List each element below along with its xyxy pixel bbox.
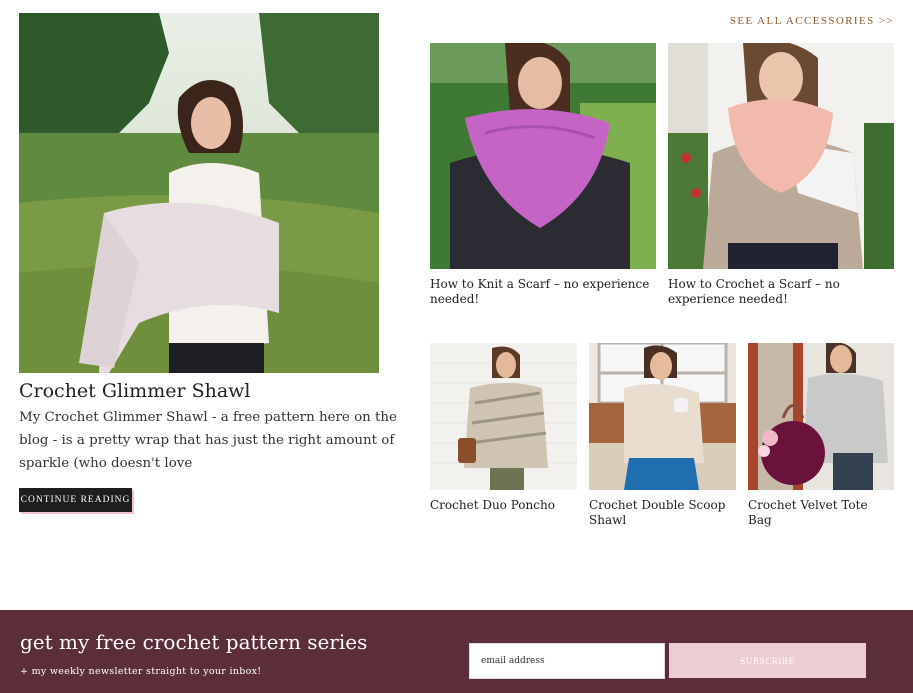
crochet-scarf-photo xyxy=(668,43,894,269)
double-scoop-shawl-photo xyxy=(589,343,736,490)
woman-in-shawl-photo xyxy=(19,13,379,373)
featured-post-excerpt: My Crochet Glimmer Shawl - a free patter… xyxy=(19,410,397,471)
card-title-double-scoop-shawl[interactable]: Crochet Double Scoop Shawl xyxy=(589,498,736,528)
velvet-tote-bag-photo xyxy=(748,343,894,490)
card-title-velvet-tote-bag[interactable]: Crochet Velvet Tote Bag xyxy=(748,498,894,528)
knit-scarf-image[interactable] xyxy=(430,43,656,269)
knit-scarf-photo xyxy=(430,43,656,269)
crochet-scarf-image[interactable] xyxy=(668,43,894,269)
see-all-accessories-link[interactable]: SEE ALL ACCESSORIES >> xyxy=(730,15,894,27)
newsletter-signup-bar: get my free crochet pattern series + my … xyxy=(0,610,913,693)
newsletter-subtitle: + my weekly newsletter straight to your … xyxy=(20,666,262,677)
continue-reading-button[interactable]: CONTINUE READING xyxy=(19,488,132,512)
featured-post-title[interactable]: Crochet Glimmer Shawl xyxy=(19,380,251,402)
double-scoop-shawl-image[interactable] xyxy=(589,343,736,490)
card-title-knit-scarf[interactable]: How to Knit a Scarf – no experience need… xyxy=(430,277,656,307)
newsletter-title: get my free crochet pattern series xyxy=(20,630,368,654)
subscribe-button[interactable]: SUBSCRIBE xyxy=(669,643,866,678)
card-title-crochet-scarf[interactable]: How to Crochet a Scarf – no experience n… xyxy=(668,277,894,307)
email-field[interactable] xyxy=(469,643,665,679)
velvet-tote-bag-image[interactable] xyxy=(748,343,894,490)
duo-poncho-photo xyxy=(430,343,577,490)
card-title-duo-poncho[interactable]: Crochet Duo Poncho xyxy=(430,498,577,513)
duo-poncho-image[interactable] xyxy=(430,343,577,490)
featured-post-image[interactable] xyxy=(19,13,379,373)
